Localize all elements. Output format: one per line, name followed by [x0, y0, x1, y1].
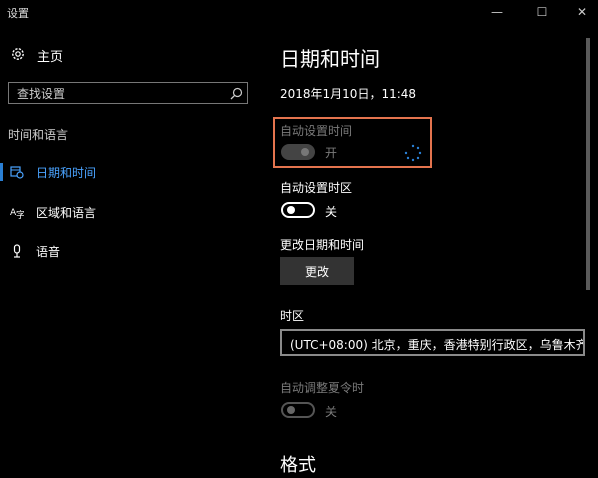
page-title: 日期和时间 [280, 47, 380, 71]
dst-state: 关 [325, 405, 338, 419]
sidebar-item-label: 日期和时间 [36, 166, 97, 180]
sidebar-item-date-time[interactable]: 日期和时间 [0, 157, 250, 187]
auto-timezone-toggle[interactable] [281, 202, 315, 218]
dst-toggle[interactable] [281, 402, 315, 418]
dst-label: 自动调整夏令时 [280, 381, 365, 395]
scrollbar[interactable] [586, 38, 590, 290]
sidebar-item-region-language[interactable]: A 字 区域和语言 [0, 197, 250, 227]
svg-text:字: 字 [16, 209, 24, 219]
gear-icon [12, 48, 24, 60]
toggle-knob [301, 148, 309, 156]
sidebar: 主页 时间和语言 日期和时间 A 字 区域和语言 语音 [0, 26, 258, 478]
toggle-knob [287, 406, 295, 414]
section-label: 时间和语言 [8, 128, 69, 142]
app-title: 设置 [7, 7, 29, 20]
close-button[interactable]: ✕ [567, 3, 597, 21]
sidebar-item-label: 语音 [36, 245, 61, 259]
format-section-title: 格式 [280, 455, 316, 476]
minimize-button[interactable]: — [482, 3, 512, 21]
timezone-select[interactable]: (UTC+08:00) 北京，重庆，香港特别行政区，乌鲁木齐 [280, 329, 585, 356]
change-datetime-label: 更改日期和时间 [280, 238, 365, 252]
maximize-button[interactable]: ☐ [527, 3, 557, 21]
timezone-value: (UTC+08:00) 北京，重庆，香港特别行政区，乌鲁木齐 [290, 338, 585, 352]
sidebar-item-label: 区域和语言 [36, 206, 97, 220]
title-bar: 设置 — ☐ ✕ [0, 0, 598, 26]
sidebar-item-speech[interactable]: 语音 [0, 236, 250, 266]
globe-language-icon: A 字 [10, 208, 24, 219]
calendar-clock-icon [10, 166, 24, 179]
loading-spinner-icon [404, 144, 422, 162]
search-box[interactable] [8, 82, 248, 105]
current-datetime: 2018年1月10日，11:48 [280, 87, 417, 101]
active-indicator [0, 163, 3, 181]
auto-timezone-state: 关 [325, 205, 338, 219]
home-label: 主页 [37, 50, 64, 65]
home-nav-item[interactable]: 主页 [10, 43, 210, 67]
microphone-icon [13, 244, 21, 258]
auto-time-toggle[interactable] [281, 144, 315, 160]
timezone-label: 时区 [280, 309, 305, 323]
auto-time-state: 开 [325, 146, 338, 160]
auto-time-label: 自动设置时间 [280, 124, 353, 138]
toggle-knob [287, 206, 295, 214]
search-icon[interactable] [230, 87, 243, 100]
auto-timezone-label: 自动设置时区 [280, 181, 353, 195]
search-input[interactable] [9, 83, 231, 105]
main-panel: 日期和时间 2018年1月10日，11:48 自动设置时间 开 自动设置时区 关… [273, 26, 598, 478]
change-button[interactable]: 更改 [280, 257, 354, 285]
